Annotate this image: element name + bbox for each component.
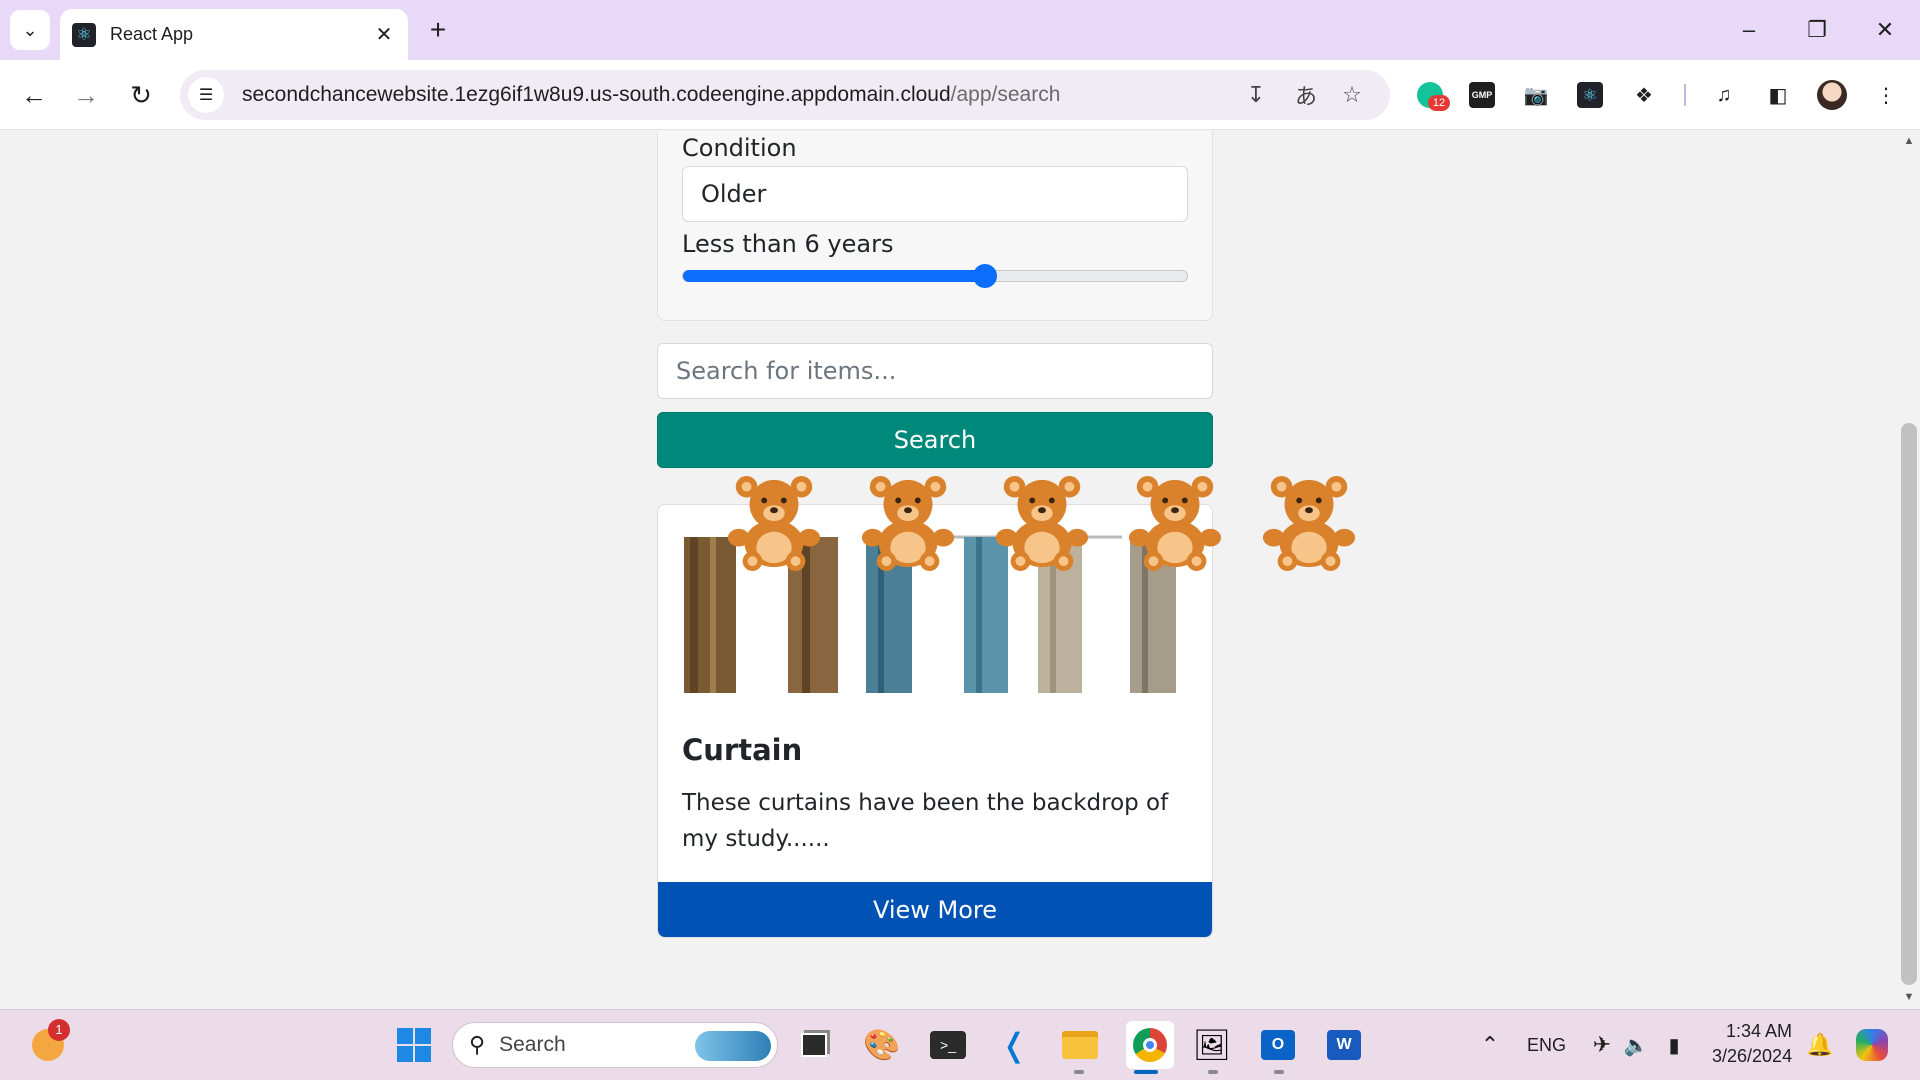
task-view-icon[interactable] [794,1025,834,1065]
teddy-bear-icon [995,475,1089,571]
notifications-bell-icon[interactable]: 🔔 [1800,1025,1840,1065]
age-slider[interactable] [682,264,1188,288]
language-indicator[interactable]: ENG [1527,1035,1566,1056]
side-panel-icon[interactable]: ◧ [1762,79,1794,111]
taskbar-search-box[interactable]: ⚲ Search [452,1022,778,1068]
url-host: secondchancewebsite.1ezg6if1w8u9.us-sout… [242,83,951,106]
search-icon: ⚲ [469,1032,486,1057]
paint-app-icon[interactable]: 🎨 [862,1025,902,1065]
scroll-up-arrow-icon[interactable]: ▲ [1902,135,1916,147]
react-icon: ⚛ [1577,82,1603,108]
windows-logo-icon [397,1028,431,1062]
item-description: These curtains have been the backdrop of… [682,790,1169,852]
back-arrow-icon[interactable]: ← [14,75,54,115]
teddy-bear-icon [1262,475,1356,571]
tab-title: React App [110,24,194,44]
clock-date[interactable]: 3/26/2024 [1712,1046,1792,1067]
word-app-icon[interactable]: W [1324,1025,1364,1065]
copilot-glyph [1856,1029,1888,1061]
tab-close-icon[interactable]: ✕ [372,22,396,47]
url-path: /app/search [950,83,1061,106]
scroll-down-arrow-icon[interactable]: ▼ [1902,991,1916,1003]
task-view-glyph [801,1033,827,1057]
snipping-tool-icon[interactable]: 🖼 [1192,1025,1232,1065]
gmp-icon: GMP [1469,82,1495,108]
age-slider-fill [683,270,986,282]
install-app-icon[interactable]: ↧ [1240,79,1272,111]
file-explorer-icon[interactable] [1060,1025,1100,1065]
translate-icon[interactable]: あ [1290,79,1322,111]
react-devtools-icon[interactable]: ⚛ [1574,79,1606,111]
running-indicator [1274,1070,1284,1074]
windows-taskbar: 1 ⚲ Search 🎨 >_ ❬ 🖼 O W ⌃ ENG ✈ 🔈 ▮ 1:34… [0,1009,1920,1080]
condition-label: Condition [682,134,797,162]
teddy-bear-icon [861,475,955,571]
vscode-icon: ❬ [1000,1027,1028,1063]
outlook-app-icon[interactable]: O [1258,1025,1298,1065]
more-menu-icon[interactable]: ⋮ [1870,79,1902,111]
age-label: Less than 6 years [682,230,894,258]
close-window-icon[interactable]: ✕ [1862,8,1908,52]
extensions-puzzle-icon[interactable]: ❖ [1628,79,1660,111]
volume-icon[interactable]: 🔈 [1616,1025,1656,1065]
clock-time[interactable]: 1:34 AM [1726,1021,1792,1042]
search-input[interactable] [657,343,1213,399]
site-info-icon[interactable]: ☰ [188,77,224,113]
browser-toolbar: ← → ↻ ☰ secondchancewebsite.1ezg6if1w8u9… [0,60,1920,130]
vscode-app-icon[interactable]: ❬ [994,1025,1034,1065]
condition-select[interactable]: Older [682,166,1188,222]
teddy-bear-icon [727,475,821,571]
screenshot-camera-icon[interactable]: 📷 [1520,79,1552,111]
tab-search-button[interactable]: ⌄ [10,10,50,50]
terminal-icon: >_ [930,1031,966,1059]
item-title: Curtain [682,733,803,767]
start-windows-icon[interactable] [394,1025,434,1065]
scrollbar-thumb[interactable] [1901,423,1917,985]
bookmark-star-icon[interactable]: ☆ [1336,79,1368,111]
taskbar-search-label: Search [499,1033,566,1056]
show-hidden-icons-chevron-icon[interactable]: ⌃ [1470,1025,1510,1065]
restore-icon[interactable]: ❐ [1794,8,1840,52]
avatar [1817,80,1847,110]
browser-tab-strip: ⌄ ⚛ React App ✕ + – ❐ ✕ [0,0,1920,60]
weather-widget-icon[interactable]: 1 [28,1019,70,1065]
browser-tab[interactable]: ⚛ React App ✕ [60,9,408,60]
react-favicon-icon: ⚛ [72,22,96,47]
word-icon: W [1327,1030,1361,1060]
gmp-extension-icon[interactable]: GMP [1466,79,1498,111]
filter-card: Condition Older Less than 6 years [657,131,1213,321]
address-bar[interactable]: ☰ secondchancewebsite.1ezg6if1w8u9.us-so… [180,70,1390,120]
extension-badge: 12 [1428,95,1450,111]
notification-badge: 1 [48,1019,70,1041]
search-highlight-icon [695,1031,771,1061]
terminal-app-icon[interactable]: >_ [928,1025,968,1065]
chevron-down-icon: ⌄ [22,19,38,40]
age-slider-thumb[interactable] [973,264,998,288]
battery-icon[interactable]: ▮ [1654,1025,1694,1065]
url-text[interactable]: secondchancewebsite.1ezg6if1w8u9.us-sout… [242,83,1060,107]
chrome-icon [1133,1028,1167,1062]
profile-avatar[interactable] [1816,79,1848,111]
toolbar-divider [1684,84,1686,106]
active-indicator [1134,1070,1158,1074]
view-more-button[interactable]: View More [658,882,1212,937]
search-button[interactable]: Search [657,412,1213,468]
running-indicator [1074,1070,1084,1074]
page-scrollbar[interactable]: ▲ ▼ [1898,131,1920,1009]
new-tab-button[interactable]: + [420,12,456,48]
outlook-icon: O [1261,1030,1295,1060]
copilot-icon[interactable] [1852,1025,1892,1065]
grammarly-extension-icon[interactable]: 12 [1414,79,1450,111]
folder-icon [1062,1031,1098,1059]
chrome-app-icon[interactable] [1126,1021,1174,1069]
minimize-icon[interactable]: – [1726,8,1772,52]
running-indicator [1208,1070,1218,1074]
teddy-bear-icon [1128,475,1222,571]
page-content: Condition Older Less than 6 years Search [0,131,1898,1009]
reload-icon[interactable]: ↻ [121,75,161,115]
forward-arrow-icon[interactable]: → [66,75,106,115]
media-controls-icon[interactable]: ♫ [1708,79,1740,111]
